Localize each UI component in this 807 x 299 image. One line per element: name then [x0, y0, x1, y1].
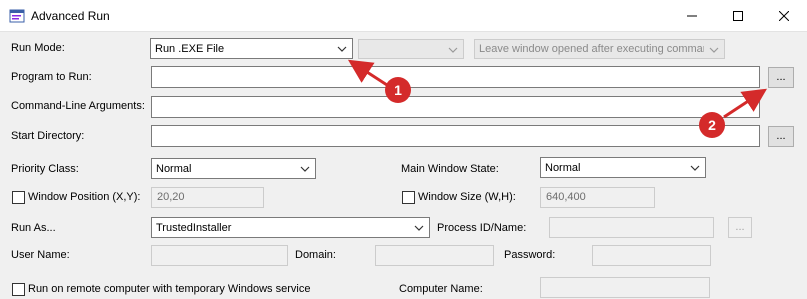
annotation-badge-2: 2	[699, 112, 725, 138]
annotation-arrow-2	[723, 88, 768, 119]
annotation-badge-1: 1	[385, 77, 411, 103]
annotation-arrows	[347, 59, 768, 119]
annotation-arrow-1	[347, 59, 388, 87]
